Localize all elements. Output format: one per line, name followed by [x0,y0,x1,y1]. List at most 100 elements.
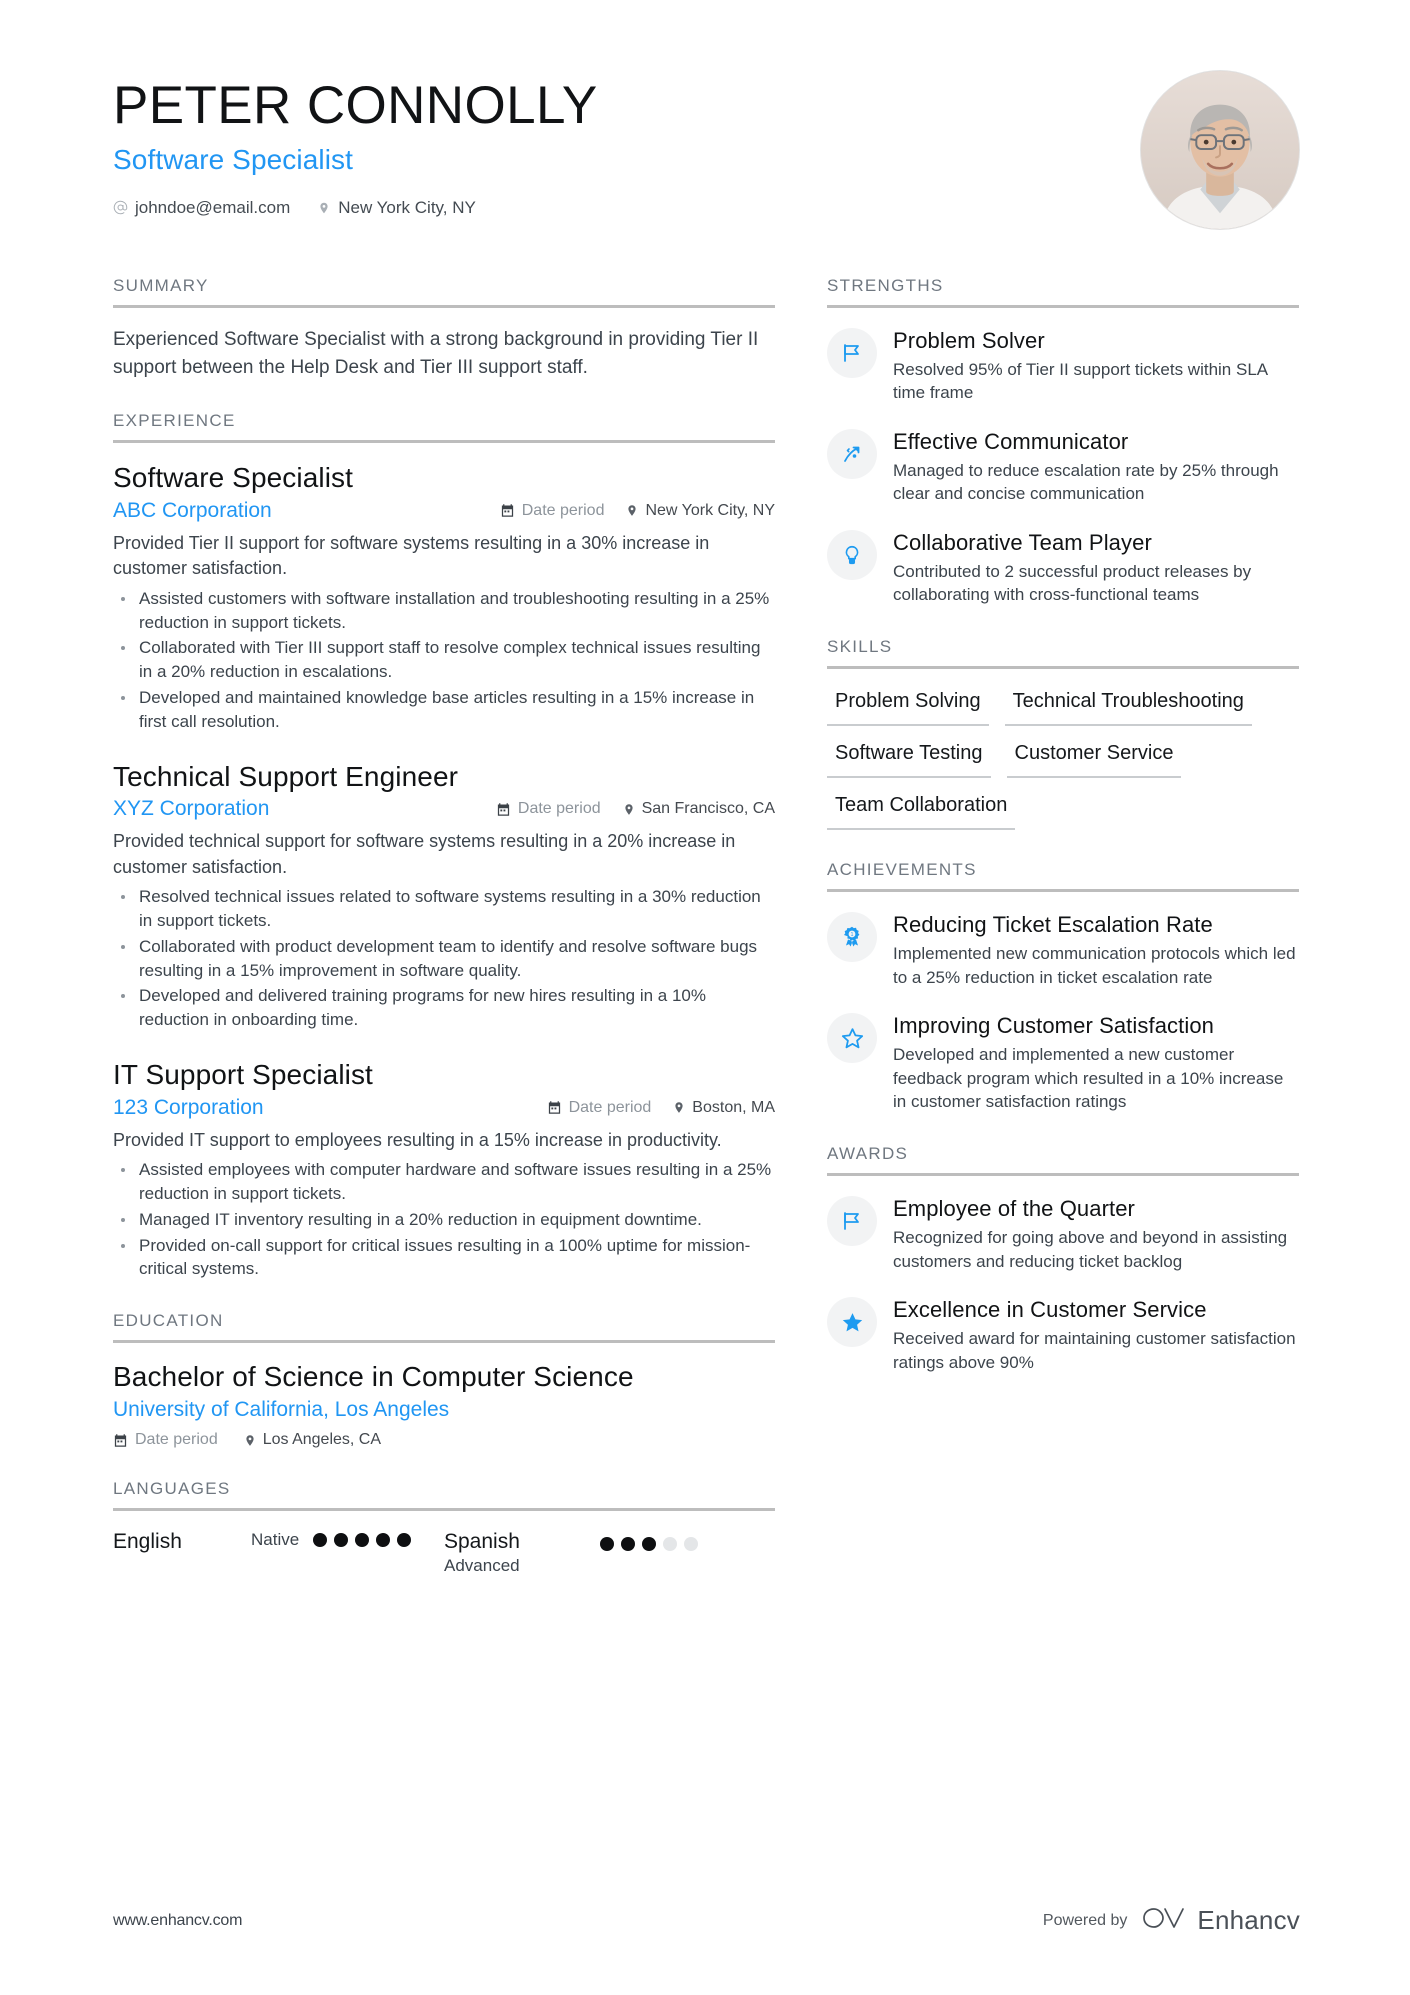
brand-name: Enhancv [1197,1905,1300,1935]
section-experience: EXPERIENCE Software Specialist ABC Corpo… [113,411,775,1281]
education-date-text: Date period [135,1431,218,1449]
experience-bullets: Resolved technical issues related to sof… [113,885,775,1032]
experience-date: Date period [547,1098,652,1117]
section-heading-skills: SKILLS [827,637,1299,670]
strength-title: Problem Solver [893,328,1045,353]
strength-item: Effective Communicator Managed to reduce… [827,427,1299,506]
dot-empty [684,1537,698,1552]
experience-location-text: San Francisco, CA [641,800,775,818]
language-level: Advanced [444,1556,520,1576]
section-education: EDUCATION Bachelor of Science in Compute… [113,1311,775,1449]
award-item: Employee of the Quarter Recognized for g… [827,1194,1299,1273]
language-level: Native [251,1530,300,1550]
experience-date-text: Date period [568,1098,652,1116]
language-dots [313,1533,412,1548]
page-title: PETER CONNOLLY [113,76,598,135]
section-summary: SUMMARY Experienced Software Specialist … [113,276,775,381]
achievement-description: Developed and implemented a new customer… [893,1044,1284,1112]
dot-filled [397,1533,412,1548]
list-item: Managed IT inventory resulting in a 20% … [113,1208,775,1232]
star-filled-icon [827,1297,877,1348]
education-degree: Bachelor of Science in Computer Science [113,1361,634,1393]
strength-title: Effective Communicator [893,429,1129,455]
experience-item: Software Specialist ABC Corporation Date… [113,461,775,733]
map-pin-icon [316,199,331,216]
skills-list: Problem Solving Technical Troubleshootin… [827,687,1299,831]
contact-row: johndoe@email.com New York City, NY [113,198,598,218]
experience-location-text: New York City, NY [645,501,775,519]
strength-description: Resolved 95% of Tier II support tickets … [893,359,1268,403]
flag-icon [827,1196,877,1247]
skill-item: Problem Solving [827,687,989,727]
language-rating [600,1529,775,1552]
achievement-title: Reducing Ticket Escalation Rate [893,912,1213,938]
contact-email-text: johndoe@email.com [135,197,291,217]
footer-branding: Powered by Enhancv [1043,1904,1300,1937]
experience-bullets: Assisted employees with computer hardwar… [113,1158,775,1281]
education-date: Date period [113,1431,218,1449]
experience-location: Boston, MA [673,1099,775,1117]
section-languages: LANGUAGES English Native Spanish Advance… [113,1479,775,1577]
section-heading-strengths: STRENGTHS [827,276,1299,308]
strength-title: Collaborative Team Player [893,530,1152,556]
powered-by-label: Powered by [1042,1911,1128,1929]
list-item: Collaborated with product development te… [113,935,775,983]
strength-description: Managed to reduce escalation rate by 25%… [893,460,1279,504]
experience-item: IT Support Specialist 123 Corporation Da… [113,1058,775,1281]
experience-role: IT Support Specialist [113,1059,373,1091]
strength-description: Contributed to 2 successful product rele… [893,561,1252,605]
experience-location: San Francisco, CA [623,800,775,818]
dot-empty [663,1537,677,1552]
experience-date: Date period [500,501,605,520]
experience-description: Provided Tier II support for software sy… [113,532,710,579]
section-heading-awards: AWARDS [827,1144,1299,1177]
enhancv-mark-icon [1141,1904,1187,1937]
strength-item: Collaborative Team Player Contributed to… [827,528,1299,607]
right-column: STRENGTHS Problem Solver Resolved 95% of… [827,276,1299,1404]
dot-filled [642,1537,656,1552]
at-sign-icon [113,199,128,216]
avatar [1140,70,1300,230]
education-location: Los Angeles, CA [244,1431,381,1449]
achievement-item: Improving Customer Satisfaction Develope… [827,1011,1299,1114]
contact-email[interactable]: johndoe@email.com [113,198,290,218]
section-achievements: ACHIEVEMENTS 1 Reducing Ticket Escalatio… [827,860,1299,1114]
map-pin-icon [626,503,638,518]
achievement-item: 1 Reducing Ticket Escalation Rate Implem… [827,910,1299,989]
skill-item: Team Collaboration [827,791,1016,831]
language-item: English Native [113,1529,444,1577]
dot-filled [334,1533,349,1548]
experience-date-text: Date period [521,501,605,519]
experience-description: Provided technical support for software … [113,831,736,877]
achievement-title: Improving Customer Satisfaction [893,1013,1215,1039]
section-heading-summary: SUMMARY [113,276,775,308]
experience-role: Software Specialist [113,462,354,494]
experience-company[interactable]: XYZ Corporation [113,797,474,821]
contact-location-text: New York City, NY [338,197,476,217]
map-pin-icon [244,1433,256,1448]
resume-page: PETER CONNOLLY Software Specialist johnd… [0,0,1410,1995]
list-item: Resolved technical issues related to sof… [113,885,775,933]
award-description: Recognized for going above and beyond in… [893,1227,1288,1271]
award-title: Employee of the Quarter [893,1196,1135,1222]
language-dots [600,1537,775,1552]
left-column: SUMMARY Experienced Software Specialist … [113,276,775,1608]
experience-item: Technical Support Engineer XYZ Corporati… [113,760,775,1032]
experience-company[interactable]: ABC Corporation [113,499,478,523]
skill-item: Customer Service [1006,739,1182,779]
footer-url[interactable]: www.enhancv.com [113,1912,242,1930]
section-heading-achievements: ACHIEVEMENTS [827,860,1299,893]
section-heading-education: EDUCATION [113,1311,775,1344]
language-name: Spanish [444,1530,520,1554]
experience-company[interactable]: 123 Corporation [113,1096,525,1120]
list-item: Assisted employees with computer hardwar… [113,1158,775,1206]
award-medal-icon: 1 [827,912,877,963]
contact-location: New York City, NY [316,198,476,218]
language-name: English [113,1530,182,1554]
map-pin-icon [673,1100,685,1115]
strength-item: Problem Solver Resolved 95% of Tier II s… [827,326,1299,405]
star-outline-icon [827,1013,877,1064]
experience-meta: XYZ Corporation Date period San Francisc… [113,797,775,821]
education-school[interactable]: University of California, Los Angeles [113,1398,775,1422]
dot-filled [355,1533,370,1548]
